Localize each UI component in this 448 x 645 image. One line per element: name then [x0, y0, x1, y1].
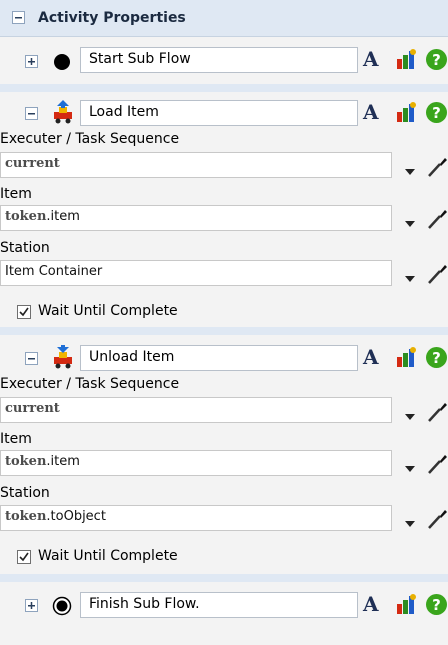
item-label: Item [0, 431, 32, 447]
separator [0, 327, 448, 335]
wait-checkbox[interactable] [17, 550, 31, 564]
start-node-icon [52, 52, 72, 72]
chevron-down-icon[interactable] [403, 517, 417, 527]
eyedropper-icon[interactable] [426, 156, 448, 178]
separator [0, 84, 448, 92]
station-label: Station [0, 240, 50, 256]
chevron-down-icon[interactable] [403, 272, 417, 282]
eyedropper-icon[interactable] [426, 453, 448, 475]
svg-text:?: ? [432, 349, 441, 367]
executer-value: current [5, 401, 60, 416]
unload-name-field[interactable]: Unload Item [80, 345, 358, 371]
item-field[interactable]: token.item [0, 205, 392, 231]
help-icon[interactable]: ? [425, 48, 448, 71]
color-picker-icon[interactable] [394, 100, 418, 124]
font-icon[interactable]: A [363, 100, 379, 124]
help-icon[interactable]: ? [425, 346, 448, 369]
expand-icon[interactable] [25, 55, 38, 68]
separator [0, 574, 448, 582]
svg-text:?: ? [432, 104, 441, 122]
eyedropper-icon[interactable] [426, 208, 448, 230]
station-property: .toObject [46, 509, 106, 524]
color-picker-icon[interactable] [394, 592, 418, 616]
item-keyword: token [5, 454, 47, 469]
finish-node-icon [52, 596, 72, 616]
svg-text:?: ? [432, 51, 441, 69]
start-name-field[interactable]: Start Sub Flow [80, 47, 358, 73]
load-name-field[interactable]: Load Item [80, 100, 358, 126]
station-keyword: token [5, 509, 47, 524]
svg-text:?: ? [432, 596, 441, 614]
font-icon[interactable]: A [363, 345, 379, 369]
item-property: .item [46, 454, 80, 469]
wait-label: Wait Until Complete [38, 548, 178, 564]
color-picker-icon[interactable] [394, 47, 418, 71]
load-item-icon [50, 100, 76, 124]
chevron-down-icon[interactable] [403, 165, 417, 175]
collapse-icon[interactable] [12, 11, 25, 24]
station-field[interactable]: Item Container [0, 260, 392, 286]
item-keyword: token [5, 209, 47, 224]
collapse-icon[interactable] [25, 352, 38, 365]
chevron-down-icon[interactable] [403, 462, 417, 472]
chevron-down-icon[interactable] [403, 217, 417, 227]
wait-checkbox[interactable] [17, 305, 31, 319]
executer-value: current [5, 156, 60, 171]
chevron-down-icon[interactable] [403, 410, 417, 420]
item-property: .item [46, 209, 80, 224]
panel-title: Activity Properties [38, 10, 186, 26]
executer-label: Executer / Task Sequence [0, 376, 180, 392]
eyedropper-icon[interactable] [426, 508, 448, 530]
expand-icon[interactable] [25, 599, 38, 612]
panel-header: Activity Properties [0, 0, 448, 37]
wait-label: Wait Until Complete [38, 303, 178, 319]
unload-item-icon [50, 345, 76, 369]
item-field[interactable]: token.item [0, 450, 392, 476]
eyedropper-icon[interactable] [426, 263, 448, 285]
executer-field[interactable]: current [0, 397, 392, 423]
station-label: Station [0, 485, 50, 501]
font-icon[interactable]: A [363, 47, 379, 71]
collapse-icon[interactable] [25, 107, 38, 120]
executer-field[interactable]: current [0, 152, 392, 178]
executer-label: Executer / Task Sequence [0, 131, 180, 147]
help-icon[interactable]: ? [425, 593, 448, 616]
font-icon[interactable]: A [363, 592, 379, 616]
item-label: Item [0, 186, 32, 202]
station-field[interactable]: token.toObject [0, 505, 392, 531]
eyedropper-icon[interactable] [426, 401, 448, 423]
color-picker-icon[interactable] [394, 345, 418, 369]
finish-name-field[interactable]: Finish Sub Flow. [80, 592, 358, 618]
help-icon[interactable]: ? [425, 101, 448, 124]
station-value: Item Container [5, 264, 103, 279]
